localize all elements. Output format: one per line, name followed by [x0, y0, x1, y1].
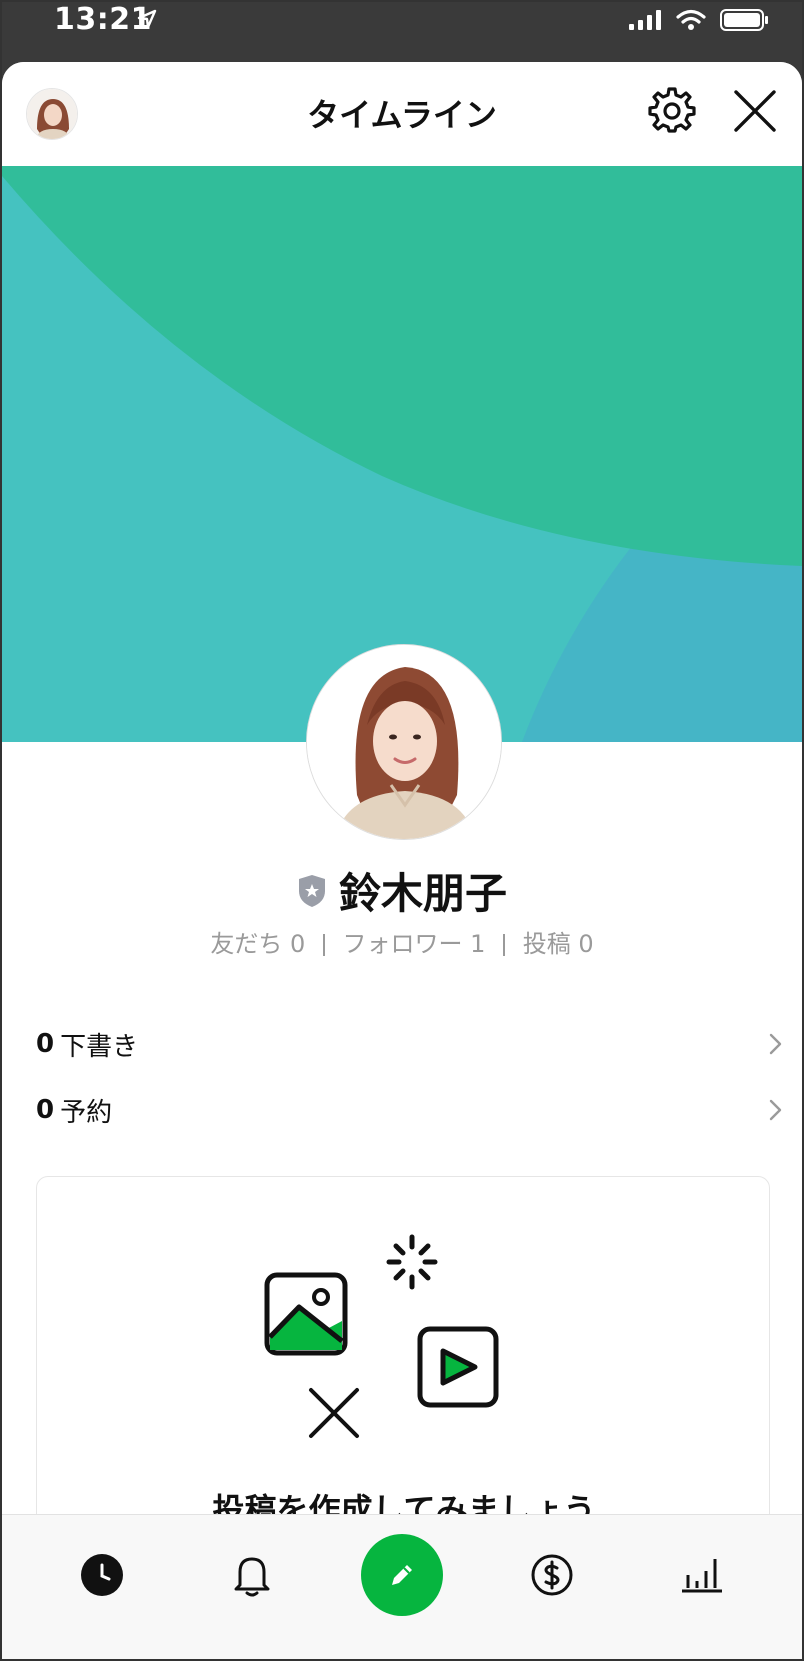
chevron-right-icon [769, 1033, 782, 1055]
profile-name: 鈴木朋子 [338, 869, 507, 918]
drafts-label: 下書き [60, 1031, 139, 1062]
dollar-icon [531, 1554, 573, 1596]
location-arrow-icon [137, 9, 157, 29]
cross-icon [309, 1388, 359, 1438]
drafts-count: 0 [36, 1029, 55, 1059]
drafts-row[interactable]: 0 下書き [36, 1024, 784, 1064]
bell-icon [234, 1557, 270, 1597]
stat-followers[interactable]: フォロワー 1 [343, 930, 494, 958]
status-icons [628, 8, 770, 32]
stat-divider [322, 934, 325, 956]
timeline-sheet: タイムライン 鈴木朋子 友だち 0 フォロワー 1 投稿 0 0 下書き 0 予… [2, 62, 802, 1659]
stat-friends[interactable]: 友だち 0 [210, 930, 313, 958]
scheduled-count: 0 [36, 1095, 55, 1125]
image-icon [264, 1272, 348, 1356]
shield-icon [298, 874, 325, 907]
battery-icon [720, 9, 768, 31]
scheduled-row[interactable]: 0 予約 [36, 1090, 784, 1130]
bottom-tabbar [2, 1514, 802, 1659]
tab-insights[interactable] [662, 1515, 742, 1635]
stat-followers-value: 1 [470, 930, 486, 958]
profile-stats: 友だち 0 フォロワー 1 投稿 0 [2, 924, 802, 959]
tab-notifications[interactable] [212, 1515, 292, 1635]
bar-chart-icon [682, 1559, 722, 1593]
clock-icon [81, 1554, 123, 1596]
chevron-right-icon [769, 1099, 782, 1121]
status-bar: 13:21 [2, 2, 802, 62]
compose-button[interactable] [361, 1534, 443, 1616]
profile-photo[interactable] [306, 644, 502, 840]
tab-compose[interactable] [358, 1515, 446, 1635]
scheduled-label: 予約 [60, 1097, 113, 1128]
stat-followers-label: フォロワー [342, 930, 463, 958]
sparkle-icon [386, 1234, 438, 1290]
tab-history[interactable] [62, 1515, 142, 1635]
profile-name-row: 鈴木朋子 [2, 860, 802, 921]
stat-divider [503, 934, 506, 956]
close-icon[interactable] [732, 88, 778, 134]
pencil-icon [392, 1565, 412, 1585]
nav-bar: タイムライン [2, 62, 802, 166]
tab-monetize[interactable] [512, 1515, 592, 1635]
video-play-icon [417, 1326, 499, 1408]
signal-icon [629, 10, 661, 30]
empty-state-illustration [264, 1234, 499, 1438]
phone-frame: 13:21 タイムライン 鈴木朋子 友だち 0 フォロワー 1 投稿 0 0 下… [0, 0, 804, 1661]
stat-posts-value: 0 [578, 930, 594, 958]
stat-posts-label: 投稿 [522, 930, 571, 958]
gear-icon[interactable] [648, 86, 696, 134]
wifi-icon [676, 9, 706, 30]
stat-friends-value: 0 [289, 930, 306, 958]
stat-friends-label: 友だち [210, 930, 283, 958]
stat-posts[interactable]: 投稿 0 [523, 930, 594, 958]
